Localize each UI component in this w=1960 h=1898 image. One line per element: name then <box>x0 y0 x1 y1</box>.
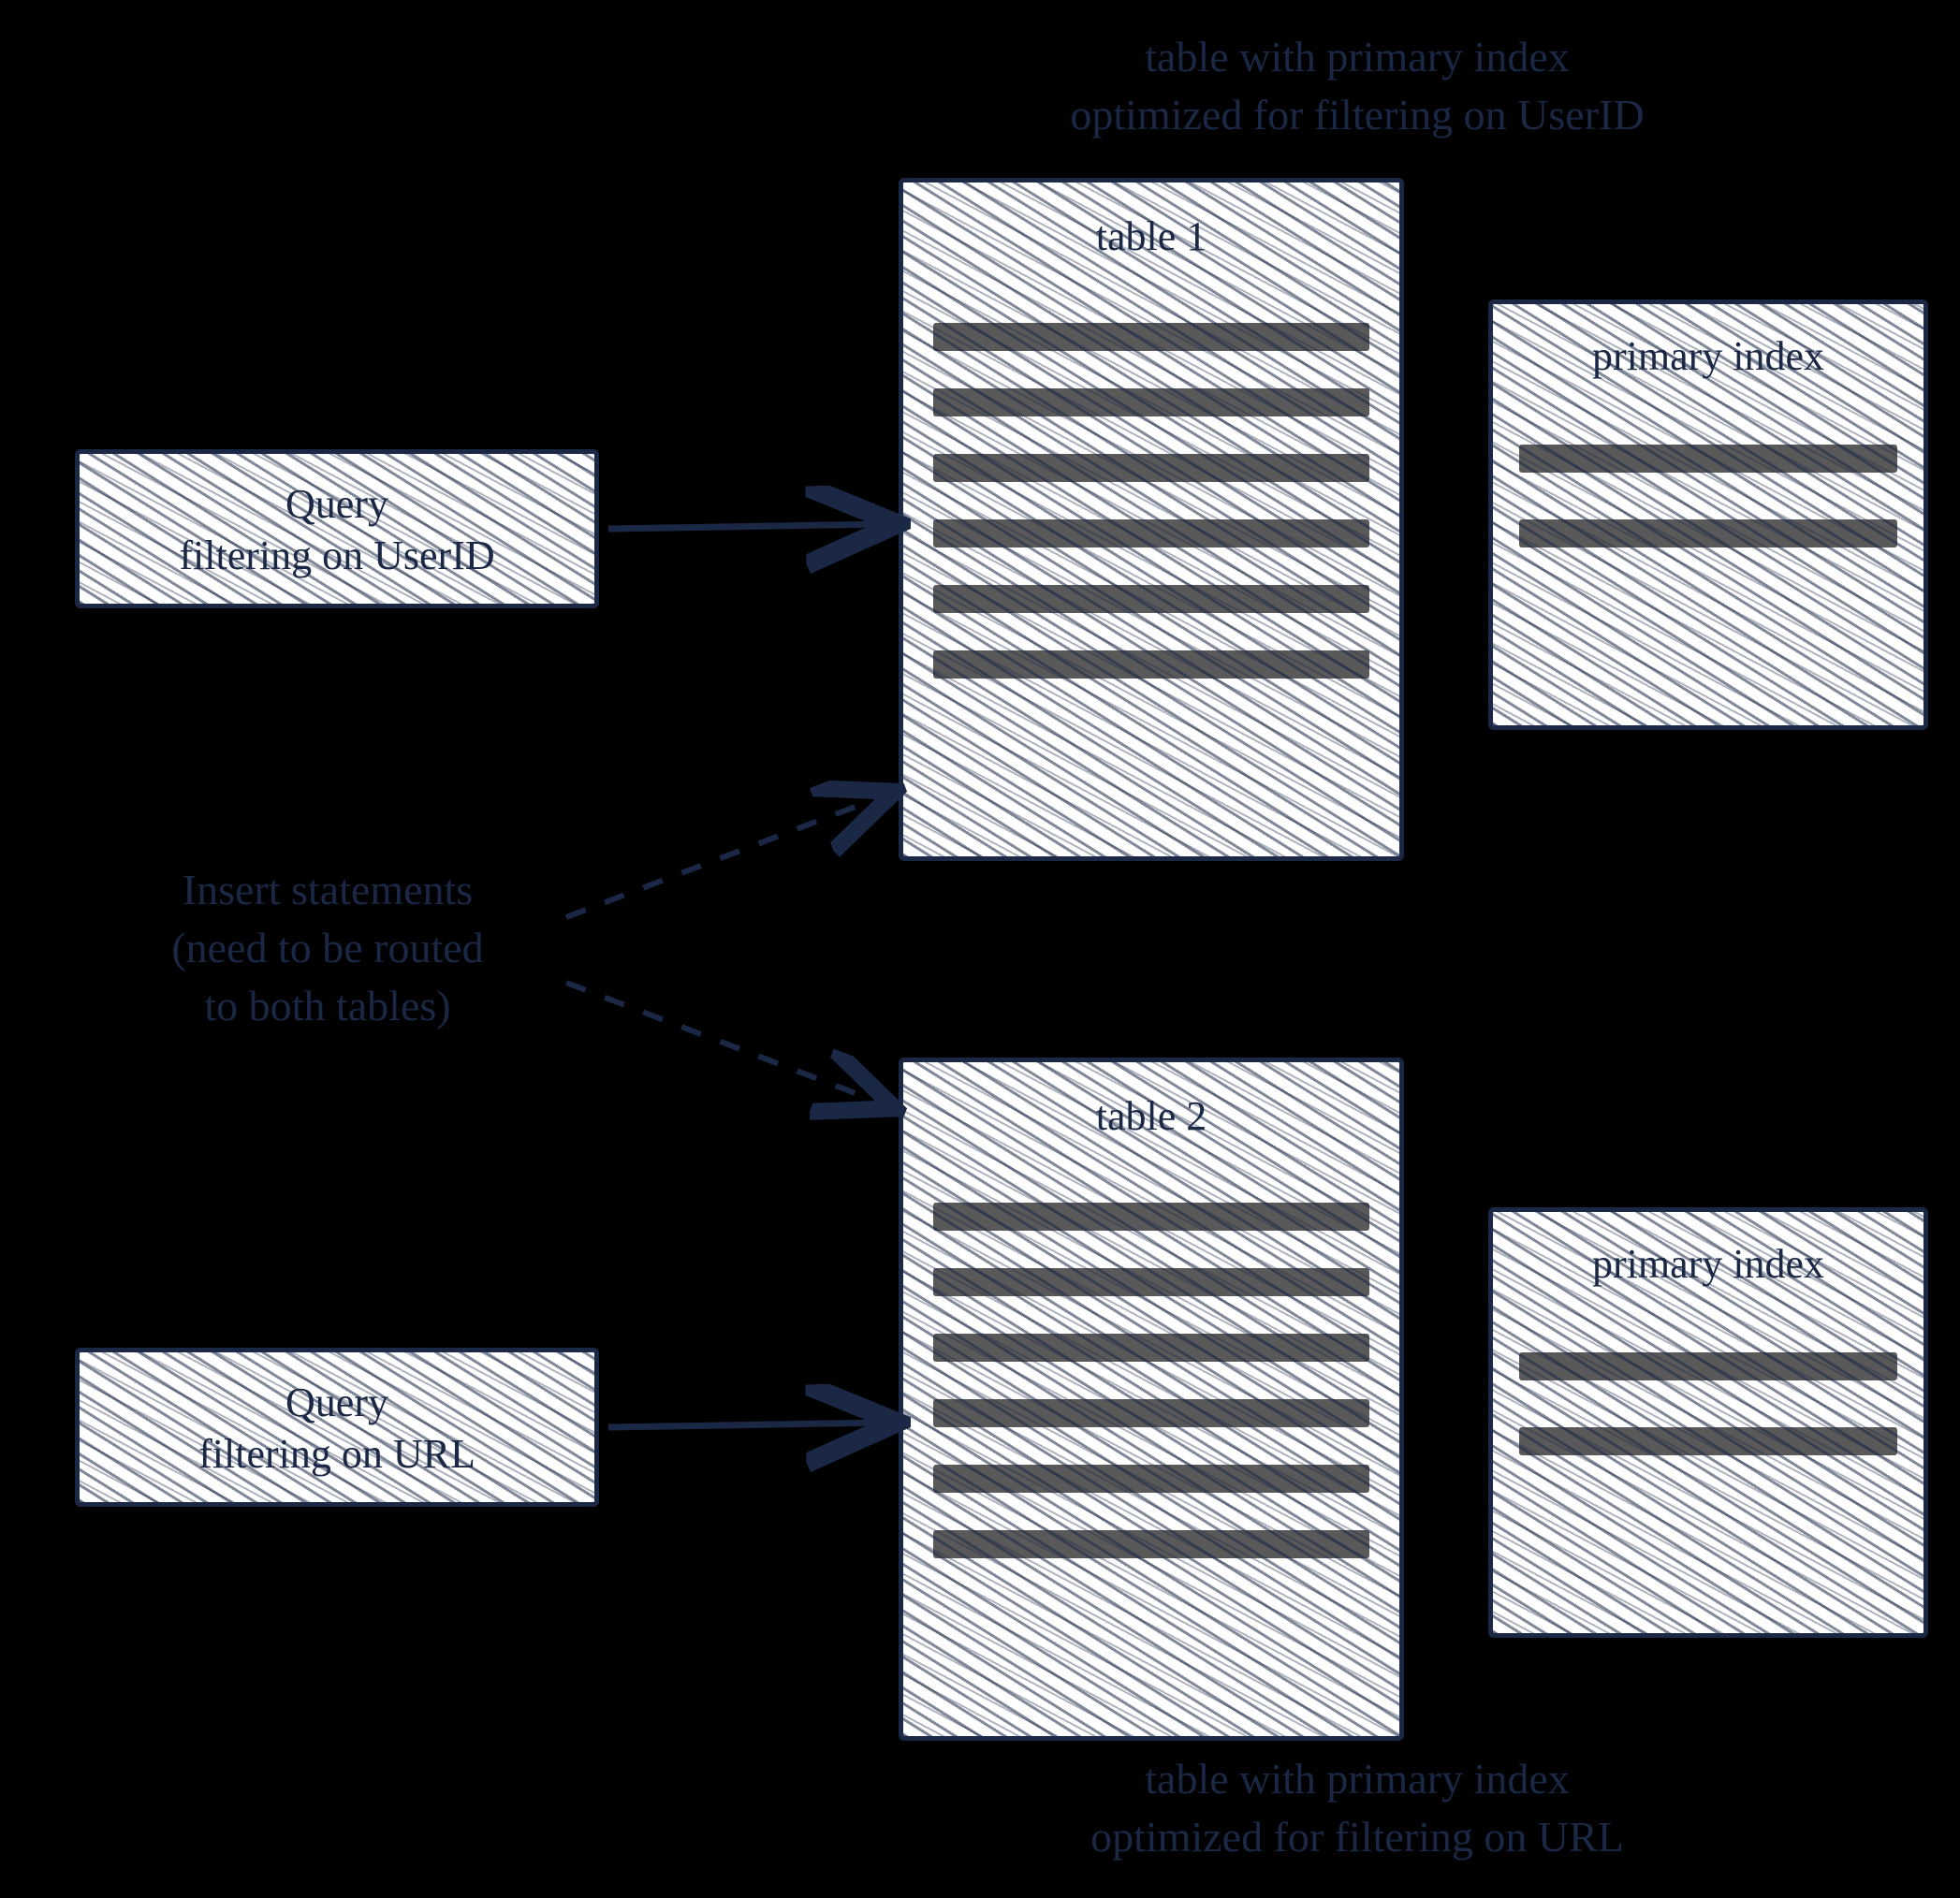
table-2-title: table 2 <box>903 1085 1399 1147</box>
table-1-title: table 1 <box>903 205 1399 268</box>
primary-index-2-label: primary index <box>1493 1233 1923 1295</box>
query-box-url: Query filtering on URL <box>75 1348 599 1507</box>
primary-index-2: primary index <box>1488 1207 1928 1638</box>
insert-statements-label: Insert statements (need to be routed to … <box>66 861 590 1035</box>
caption-top: table with primary index optimized for f… <box>936 28 1778 144</box>
arrow-query-userid-to-table1 <box>608 524 885 529</box>
caption-bottom: table with primary index optimized for f… <box>936 1750 1778 1866</box>
arrow-insert-to-table1 <box>566 796 885 917</box>
arrow-query-url-to-table2 <box>608 1423 885 1427</box>
table-2: table 2 <box>899 1058 1404 1741</box>
arrow-insert-to-table2 <box>566 983 885 1104</box>
query-box-userid: Query filtering on UserID <box>75 449 599 608</box>
primary-index-1: primary index <box>1488 299 1928 730</box>
table-1: table 1 <box>899 178 1404 861</box>
query-box-url-line2: filtering on URL <box>87 1428 587 1480</box>
query-box-url-line1: Query <box>87 1377 587 1428</box>
query-box-userid-line2: filtering on UserID <box>87 530 587 581</box>
query-box-userid-line1: Query <box>87 478 587 530</box>
primary-index-1-label: primary index <box>1493 325 1923 387</box>
